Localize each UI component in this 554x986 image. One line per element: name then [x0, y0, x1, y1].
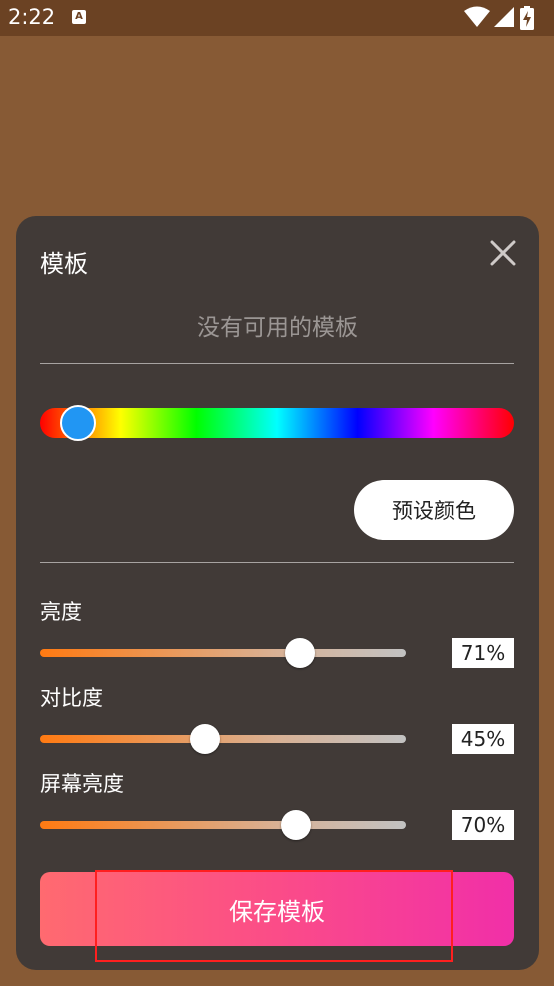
screen-brightness-value: 70% — [452, 810, 514, 840]
divider — [40, 363, 514, 364]
preset-colors-button[interactable]: 预设颜色 — [354, 480, 514, 540]
brightness-value: 71% — [452, 638, 514, 668]
signal-icon — [494, 7, 514, 27]
brightness-slider-thumb[interactable] — [284, 638, 315, 668]
divider — [40, 562, 514, 563]
screen-brightness-slider[interactable] — [40, 810, 406, 840]
close-button[interactable] — [488, 238, 518, 268]
wifi-icon — [464, 6, 490, 27]
hue-slider-knob[interactable] — [59, 405, 96, 441]
contrast-value: 45% — [452, 724, 514, 754]
status-bar: 2:22 A — [0, 0, 554, 36]
status-time: 2:22 — [8, 5, 56, 29]
contrast-slider[interactable] — [40, 724, 406, 754]
template-dialog: 模板 没有可用的模板 预设颜色 亮度 71% 对比度 45% 屏幕亮度 70% … — [16, 216, 539, 970]
a-icon: A — [72, 10, 86, 24]
close-icon — [490, 240, 516, 266]
screen-brightness-slider-thumb[interactable] — [281, 810, 312, 840]
status-icons — [464, 6, 544, 30]
battery-charging-icon — [520, 6, 534, 30]
dialog-title: 模板 — [40, 250, 88, 278]
screen-brightness-label: 屏幕亮度 — [40, 772, 124, 796]
empty-templates-message: 没有可用的模板 — [197, 315, 358, 341]
hue-slider[interactable] — [40, 405, 514, 441]
brightness-label: 亮度 — [40, 600, 82, 624]
save-template-button[interactable]: 保存模板 — [40, 872, 514, 946]
contrast-slider-thumb[interactable] — [189, 724, 220, 754]
brightness-slider[interactable] — [40, 638, 406, 668]
contrast-label: 对比度 — [40, 686, 103, 710]
